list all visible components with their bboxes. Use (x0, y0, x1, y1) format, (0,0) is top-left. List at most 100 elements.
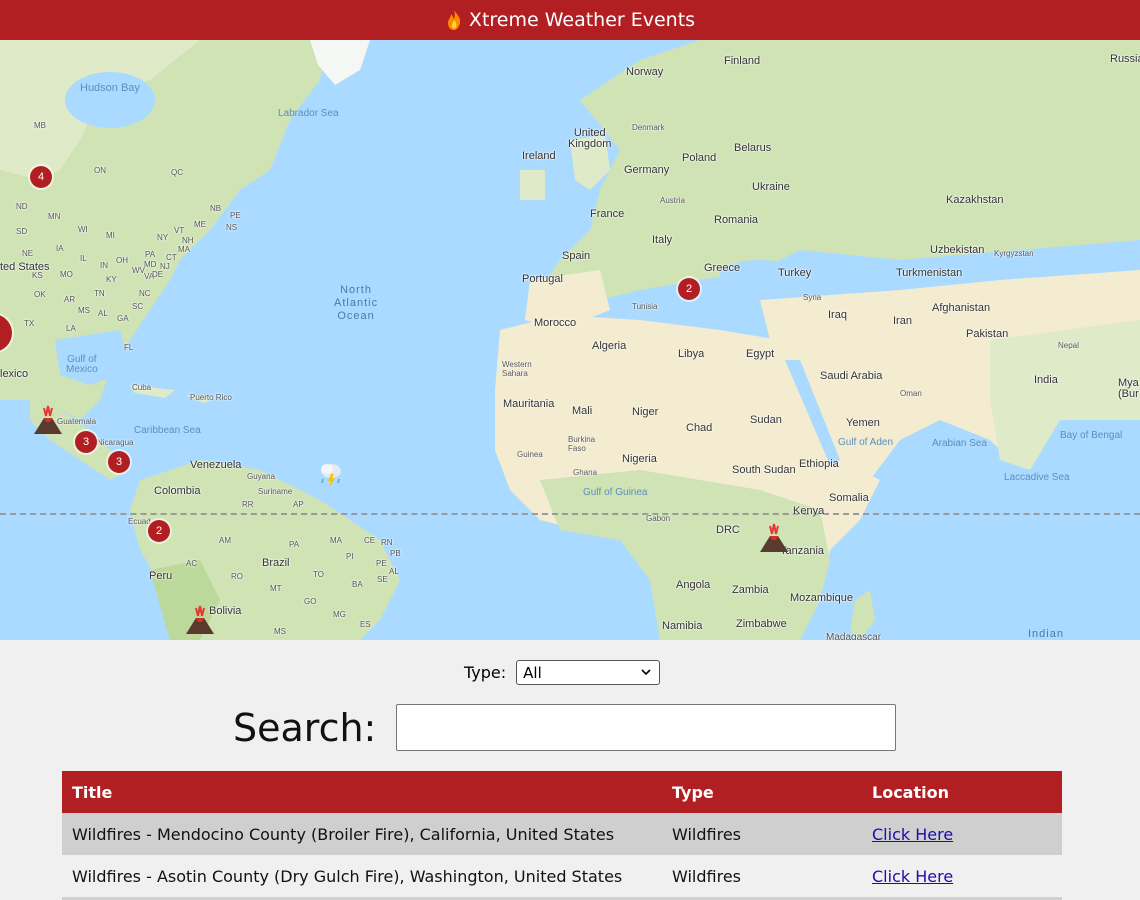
type-select[interactable]: All (516, 660, 661, 685)
map-label-state: FL (124, 343, 134, 352)
column-header-location[interactable]: Location (862, 771, 1062, 813)
map-label-peru: Peru (149, 570, 173, 582)
map-label-state: GA (117, 314, 129, 323)
map-label-nicaragua: Nicaragua (97, 438, 134, 447)
map-label-state: PI (346, 552, 354, 561)
event-title: Wildfires - Asotin County (Dry Gulch Fir… (62, 855, 662, 900)
map-label-kazakhstan: Kazakhstan (946, 194, 1004, 206)
filter-controls: Type: All Search: (0, 640, 1140, 770)
map-label-nepal: Nepal (1058, 341, 1079, 350)
map-label-state: MA (330, 536, 342, 545)
map-label-labrador-sea: Labrador Sea (278, 108, 339, 119)
map-label-state: AL (98, 309, 108, 318)
map-label-russia: Russia (1110, 53, 1140, 65)
map-label-mali: Mali (572, 405, 593, 417)
map-label-puerto-rico: Puerto Rico (190, 393, 232, 402)
map-label-angola: Angola (676, 579, 711, 591)
map-label-state: IN (100, 261, 108, 270)
map-label-state: LA (66, 324, 76, 333)
map-label-myanmar: Mya (Bur (1118, 377, 1139, 400)
map-label-state: PA (145, 250, 156, 259)
map-label-sudan: Sudan (750, 414, 782, 426)
map-label-state: VT (174, 226, 185, 235)
app-title: Xtreme Weather Events (468, 9, 696, 31)
map-label-spain: Spain (562, 250, 591, 262)
map-label-cuba: Cuba (132, 383, 152, 392)
map-label-state: SC (132, 302, 144, 311)
map-label-kyrgyzstan: Kyrgyzstan (994, 249, 1034, 258)
app-header: Xtreme Weather Events (0, 0, 1140, 40)
map-label-niger: Niger (632, 406, 659, 418)
table-row: Wildfires - Mendocino County (Broiler Fi… (62, 813, 1062, 855)
map-label-portugal: Portugal (522, 273, 563, 285)
map-label-gulf-of-guinea: Gulf of Guinea (583, 487, 648, 498)
volcano-icon[interactable] (758, 522, 790, 554)
map-label-state: MO (60, 270, 73, 279)
volcano-icon[interactable] (32, 404, 64, 436)
map-label-state: RO (231, 572, 243, 581)
map-label-tunisia: Tunisia (632, 302, 658, 311)
map-cluster-marker[interactable]: 4 (30, 166, 52, 188)
map-label-state: NB (210, 204, 222, 213)
map-label-state: SD (16, 227, 28, 236)
map-label-algeria: Algeria (592, 340, 627, 352)
map-label-laccadive-sea: Laccadive Sea (1004, 472, 1070, 483)
map-label-ghana: Ghana (573, 468, 598, 477)
map-label-indian: Indian (1028, 628, 1064, 640)
map-label-state: MA (178, 245, 190, 254)
map-label-somalia: Somalia (829, 492, 869, 504)
map-label-state: GO (304, 597, 317, 606)
map-label-finland: Finland (724, 55, 761, 67)
map-label-state: PE (230, 211, 241, 220)
column-header-title[interactable]: Title (62, 771, 662, 813)
map-label-state: WV (132, 266, 145, 275)
volcano-icon[interactable] (184, 604, 216, 636)
map-label-afghanistan: Afghanistan (932, 302, 991, 314)
location-link[interactable]: Click Here (872, 825, 953, 844)
map-label-kenya: Kenya (793, 505, 825, 517)
type-select-value: All (523, 663, 542, 682)
map-label-state: AP (293, 500, 304, 509)
map-label-state: WI (78, 225, 88, 234)
type-label: Type: (464, 663, 507, 682)
map-label-zambia: Zambia (732, 584, 769, 596)
map-label-turkmenistan: Turkmenistan (896, 267, 963, 279)
events-table: Title Type Location Wildfires - Mendocin… (62, 771, 1062, 900)
map-label-state: MI (106, 231, 115, 240)
map-label-guinea: Guinea (517, 450, 543, 459)
map-label-zimbabwe: Zimbabwe (736, 618, 787, 630)
map-label-saudi-arabia: Saudi Arabia (820, 370, 883, 382)
map-label-state: CE (364, 536, 376, 545)
map-label-state: MS (274, 627, 286, 636)
event-type: Wildfires (662, 855, 862, 900)
map-label-oman: Oman (900, 389, 922, 398)
map-label-state: MT (270, 584, 282, 593)
map-label-namibia: Namibia (662, 620, 703, 632)
map-label-state: AC (186, 559, 198, 568)
map-label-belarus: Belarus (734, 142, 772, 154)
map-cluster-marker[interactable]: 3 (75, 431, 97, 453)
map-label-state: DE (152, 270, 164, 279)
map-label-state: TX (24, 319, 35, 328)
event-location-cell: Click Here (862, 813, 1062, 855)
fire-icon (447, 10, 461, 30)
map-cluster-marker[interactable]: 2 (148, 520, 170, 542)
world-map[interactable]: Hudson Bay Labrador Sea Norway Finland R… (0, 40, 1140, 640)
map-label-gabon: Gabon (646, 514, 671, 523)
map-label-colombia: Colombia (154, 485, 201, 497)
map-label-state: MB (34, 121, 46, 130)
map-label-state: AL (389, 567, 399, 576)
storm-icon[interactable] (318, 460, 344, 490)
table-row: Wildfires - Asotin County (Dry Gulch Fir… (62, 855, 1062, 900)
map-label-iran: Iran (893, 315, 912, 327)
column-header-type[interactable]: Type (662, 771, 862, 813)
map-label-state: KS (32, 271, 43, 280)
map-cluster-marker[interactable]: 3 (108, 451, 130, 473)
location-link[interactable]: Click Here (872, 867, 953, 886)
map-label-venezuela: Venezuela (190, 459, 242, 471)
search-input[interactable] (396, 704, 897, 751)
map-label-state: IA (56, 244, 64, 253)
map-label-state: MG (333, 610, 346, 619)
map-label-morocco: Morocco (534, 317, 577, 329)
map-cluster-marker[interactable]: 2 (678, 278, 700, 300)
